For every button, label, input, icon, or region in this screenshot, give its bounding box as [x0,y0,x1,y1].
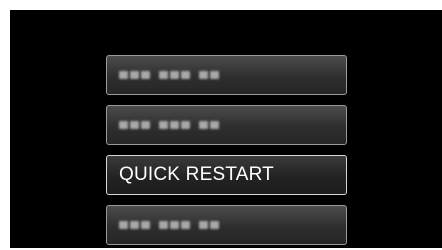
menu-list: QUICK RESTART [106,55,347,245]
menu-item-masked-3[interactable] [106,205,347,245]
masked-menu-label [119,71,221,79]
masked-menu-label [119,121,221,129]
masked-menu-label [119,221,221,229]
menu-item-masked-1[interactable] [106,55,347,95]
camera-menu-screen: QUICK RESTART [10,10,442,248]
menu-item-masked-2[interactable] [106,105,347,145]
menu-item-quick-restart[interactable]: QUICK RESTART [106,155,347,195]
menu-item-label: QUICK RESTART [119,164,274,185]
